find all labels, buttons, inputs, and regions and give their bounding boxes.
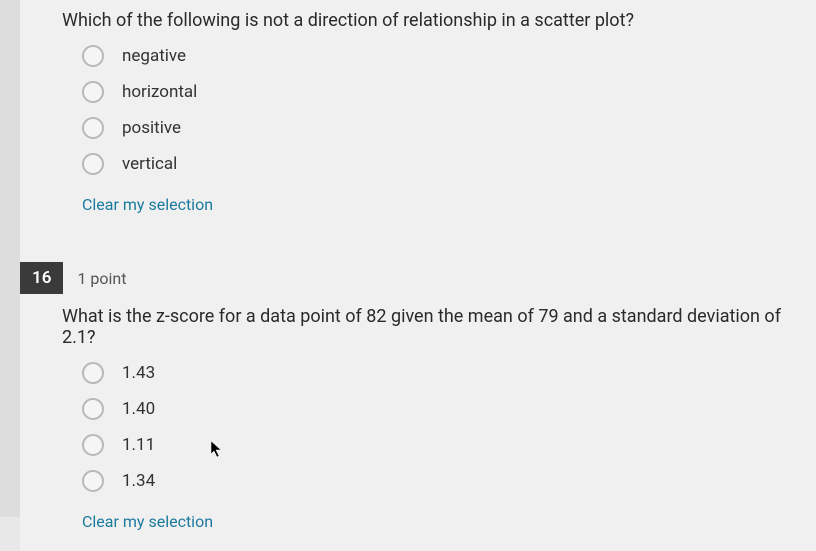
quiz-page: Which of the following is not a directio… <box>20 0 816 551</box>
option-vertical[interactable]: vertical <box>82 153 816 175</box>
option-label: 1.43 <box>122 363 155 383</box>
option-horizontal[interactable]: horizontal <box>82 81 816 103</box>
question-points: 1 point <box>77 269 126 288</box>
question-block-16: 16 1 point What is the z-score for a dat… <box>20 252 816 551</box>
option-label: 1.11 <box>122 435 155 455</box>
question-block-15: Which of the following is not a directio… <box>20 0 816 234</box>
option-label: 1.34 <box>122 471 155 491</box>
options-list: negative horizontal positive vertical <box>82 45 816 175</box>
question-text: What is the z-score for a data point of … <box>62 306 816 348</box>
radio-icon[interactable] <box>82 117 104 139</box>
radio-icon[interactable] <box>82 362 104 384</box>
left-margin <box>0 0 20 517</box>
option-label: horizontal <box>122 82 197 102</box>
clear-selection-link[interactable]: Clear my selection <box>82 512 213 531</box>
option-1-40[interactable]: 1.40 <box>82 398 816 420</box>
options-list: 1.43 1.40 1.11 1.34 <box>82 362 816 492</box>
radio-icon[interactable] <box>82 398 104 420</box>
gap <box>20 234 816 252</box>
option-label: vertical <box>122 154 177 174</box>
option-1-34[interactable]: 1.34 <box>82 470 816 492</box>
option-1-43[interactable]: 1.43 <box>82 362 816 384</box>
option-label: negative <box>122 46 186 66</box>
clear-selection-link[interactable]: Clear my selection <box>82 195 213 214</box>
radio-icon[interactable] <box>82 153 104 175</box>
option-1-11[interactable]: 1.11 <box>82 434 816 456</box>
question-number-badge: 16 <box>20 262 63 294</box>
option-label: 1.40 <box>122 399 155 419</box>
question-header: 16 1 point <box>20 262 816 294</box>
radio-icon[interactable] <box>82 470 104 492</box>
option-positive[interactable]: positive <box>82 117 816 139</box>
radio-icon[interactable] <box>82 81 104 103</box>
option-negative[interactable]: negative <box>82 45 816 67</box>
option-label: positive <box>122 118 181 138</box>
radio-icon[interactable] <box>82 45 104 67</box>
radio-icon[interactable] <box>82 434 104 456</box>
question-text: Which of the following is not a directio… <box>62 10 816 31</box>
